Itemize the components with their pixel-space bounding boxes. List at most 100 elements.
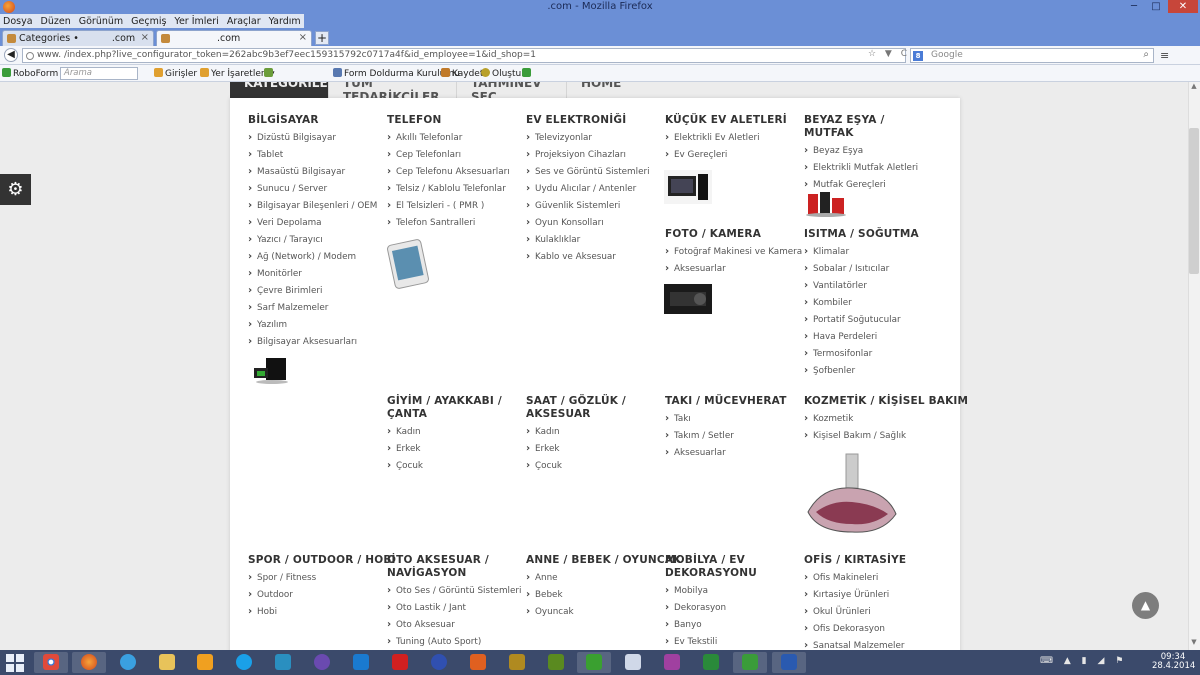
category-title[interactable]: SPOR / OUTDOOR / HOBİ <box>248 554 395 567</box>
tab-active[interactable]: .com × <box>156 30 312 46</box>
close-window-button[interactable]: ✕ <box>1168 0 1198 13</box>
category-title[interactable]: TAKI / MÜCEVHERAT <box>665 395 797 408</box>
category-link[interactable]: Şofbenler <box>804 365 936 377</box>
category-title[interactable]: OTO AKSESUAR / NAVİGASYON <box>387 554 519 580</box>
explorer-taskbar-icon[interactable] <box>150 652 184 673</box>
tab-selection[interactable]: TAHMİNEV SEÇ <box>456 82 566 98</box>
hamburger-menu-icon[interactable]: ≡ <box>1160 49 1169 62</box>
search-glass-icon[interactable]: ⌕ <box>1143 49 1149 60</box>
category-link[interactable]: Çocuk <box>387 460 519 472</box>
category-link[interactable]: Telefon Santralleri <box>387 217 519 229</box>
perfume-thumbnail[interactable] <box>802 452 902 542</box>
category-link[interactable]: Bebek <box>526 589 658 601</box>
menu-view[interactable]: Görünüm <box>79 16 123 27</box>
tab-categories-menu[interactable]: KATEGORİLER <box>230 82 328 98</box>
category-link[interactable]: Yazıcı / Tarayıcı <box>248 234 380 246</box>
firefox-taskbar-icon[interactable] <box>72 652 106 673</box>
category-link[interactable]: Tuning (Auto Sport) <box>387 636 519 648</box>
media-taskbar-icon[interactable] <box>305 652 339 673</box>
category-title[interactable]: KOZMETİK / KİŞİSEL BAKIM <box>804 395 968 408</box>
kitchen-thumbnail[interactable] <box>804 188 848 218</box>
category-link[interactable]: Güvenlik Sistemleri <box>526 200 658 212</box>
category-link[interactable]: Klimalar <box>804 246 936 258</box>
category-link[interactable]: Mobilya <box>665 585 797 597</box>
scroll-up-icon[interactable]: ▲ <box>1188 82 1200 94</box>
category-title[interactable]: GİYİM / AYAKKABI / ÇANTA <box>387 395 519 421</box>
category-title[interactable]: MOBİLYA / EV DEKORASYONU <box>665 554 797 580</box>
create-button[interactable]: Oluştur <box>481 68 525 79</box>
category-title[interactable]: FOTO / KAMERA <box>665 228 797 241</box>
roboform-taskbar-icon[interactable] <box>733 652 767 673</box>
menu-bookmarks[interactable]: Yer İmleri <box>174 16 218 27</box>
tab-close-icon[interactable]: × <box>299 32 307 43</box>
category-title[interactable]: BEYAZ EŞYA / MUTFAK <box>804 114 936 140</box>
new-tab-button[interactable]: + <box>315 31 329 45</box>
category-title[interactable]: ANNE / BEBEK / OYUNCAK <box>526 554 681 567</box>
category-link[interactable]: Kablo ve Aksesuar <box>526 251 658 263</box>
roboform-search-input[interactable]: Arama <box>60 67 138 80</box>
category-link[interactable]: Hobi <box>248 606 380 618</box>
onenote-taskbar-icon[interactable] <box>655 652 689 673</box>
category-link[interactable]: Vantilatörler <box>804 280 936 292</box>
category-link[interactable]: Oyun Konsolları <box>526 217 658 229</box>
search-engine-icon[interactable]: 8 <box>913 51 923 61</box>
player-taskbar-icon[interactable] <box>461 652 495 673</box>
category-link[interactable]: Cep Telefonu Aksesuarları <box>387 166 519 178</box>
category-link[interactable]: Erkek <box>526 443 658 455</box>
category-link[interactable]: Kulaklıklar <box>526 234 658 246</box>
category-link[interactable]: Sunucu / Server <box>248 183 380 195</box>
category-link[interactable]: Fotoğraf Makinesi ve Kamera <box>665 246 802 258</box>
category-link[interactable]: Kadın <box>387 426 519 438</box>
category-link[interactable]: Okul Ürünleri <box>804 606 936 618</box>
url-bar[interactable]: www. /index.php?live_configurator_token=… <box>22 48 906 63</box>
menu-file[interactable]: Dosya <box>3 16 33 27</box>
category-link[interactable]: Çocuk <box>526 460 658 472</box>
category-title[interactable]: OFİS / KIRTASİYE <box>804 554 936 567</box>
category-link[interactable]: Dekorasyon <box>665 602 797 614</box>
skype-taskbar-icon[interactable] <box>227 652 261 673</box>
category-link[interactable]: Akıllı Telefonlar <box>387 132 519 144</box>
menu-tools[interactable]: Araçlar <box>227 16 261 27</box>
category-link[interactable]: Çevre Birimleri <box>248 285 380 297</box>
category-link[interactable]: Ses ve Görüntü Sistemleri <box>526 166 658 178</box>
category-link[interactable]: Elektrikli Mutfak Aletleri <box>804 162 936 174</box>
search-input[interactable]: 8 Google ⌕ <box>910 48 1154 63</box>
category-link[interactable]: Bilgisayar Bileşenleri / OEM <box>248 200 380 212</box>
back-button[interactable]: ◀ <box>4 48 18 62</box>
category-title[interactable]: EV ELEKTRONİĞİ <box>526 114 658 127</box>
calculator-taskbar-icon[interactable] <box>616 652 650 673</box>
category-link[interactable]: Hava Perdeleri <box>804 331 936 343</box>
excel-taskbar-icon[interactable] <box>694 652 728 673</box>
category-link[interactable]: Televizyonlar <box>526 132 658 144</box>
camera-thumbnail[interactable] <box>664 284 712 314</box>
scroll-down-icon[interactable]: ▼ <box>1188 638 1200 650</box>
bird-app-taskbar-icon[interactable] <box>577 652 611 673</box>
category-link[interactable]: Masaüstü Bilgisayar <box>248 166 380 178</box>
category-link[interactable]: Telsiz / Kablolu Telefonlar <box>387 183 519 195</box>
category-link[interactable]: Kadın <box>526 426 658 438</box>
category-link[interactable]: Oyuncak <box>526 606 658 618</box>
category-title[interactable]: TELEFON <box>387 114 519 127</box>
minimize-button[interactable]: ─ <box>1124 0 1144 13</box>
category-link[interactable]: Termosifonlar <box>804 348 936 360</box>
category-link[interactable]: El Telsizleri - ( PMR ) <box>387 200 519 212</box>
category-link[interactable]: Oto Aksesuar <box>387 619 519 631</box>
logins-button[interactable]: Girişler ▾ <box>154 68 205 79</box>
category-link[interactable]: Anne <box>526 572 658 584</box>
category-link[interactable]: Sarf Malzemeler <box>248 302 380 314</box>
category-link[interactable]: Ofis Dekorasyon <box>804 623 936 635</box>
gear-icon[interactable]: ⚙ <box>0 174 31 205</box>
category-link[interactable]: Uydu Alıcılar / Antenler <box>526 183 658 195</box>
appliance-thumbnail[interactable] <box>664 170 712 204</box>
roboform-button[interactable]: RoboForm <box>2 68 58 79</box>
category-title[interactable]: BİLGİSAYAR <box>248 114 380 127</box>
home-icon[interactable] <box>522 68 533 79</box>
teamviewer-taskbar-icon[interactable] <box>344 652 378 673</box>
menu-edit[interactable]: Düzen <box>41 16 71 27</box>
computer-thumbnail[interactable] <box>252 354 292 386</box>
tab-home[interactable]: HOME <box>566 82 634 98</box>
category-link[interactable]: Kozmetik <box>804 413 936 425</box>
outlook-taskbar-icon[interactable] <box>188 652 222 673</box>
taskbar-clock[interactable]: 09:34 28.4.2014 <box>1152 653 1195 671</box>
category-link[interactable]: Takım / Setler <box>665 430 797 442</box>
